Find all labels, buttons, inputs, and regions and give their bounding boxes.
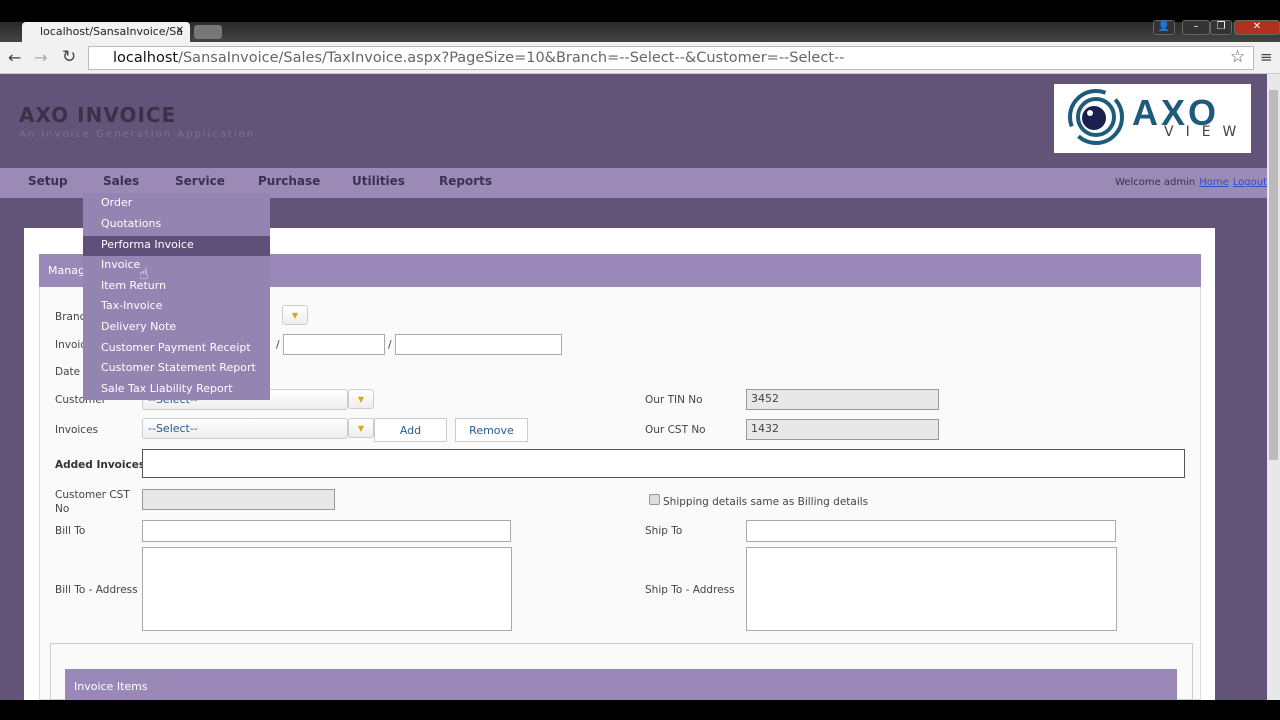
ship-to-address-textarea[interactable]	[746, 547, 1117, 631]
new-tab-button[interactable]	[194, 25, 222, 39]
app-title: AXO INVOICE	[19, 103, 177, 127]
tab-title: localhost/SansaInvoice/Sa	[40, 25, 184, 38]
tin-input[interactable]: 3452	[746, 389, 939, 410]
minimize-button[interactable]: –	[1182, 20, 1210, 35]
reload-icon[interactable]: ↻	[62, 47, 76, 67]
menu-item-sale-tax-liability-report[interactable]: Sale Tax Liability Report	[101, 382, 233, 395]
separator: /	[276, 339, 280, 351]
cst-label: Our CST No	[645, 424, 706, 436]
nav-sales[interactable]: Sales	[103, 174, 139, 188]
nav-utilities[interactable]: Utilities	[352, 174, 405, 188]
separator: /	[388, 339, 392, 351]
bookmark-star-icon[interactable]: ☆	[1230, 47, 1245, 67]
menu-item-performa-invoice[interactable]: Performa Invoice	[101, 238, 194, 251]
close-tab-icon[interactable]: ✕	[176, 25, 184, 36]
nav-purchase[interactable]: Purchase	[258, 174, 320, 188]
menu-item-customer-payment-receipt[interactable]: Customer Payment Receipt	[101, 341, 251, 354]
menu-icon[interactable]: ≡	[1260, 48, 1273, 66]
bill-to-address-textarea[interactable]	[142, 547, 512, 631]
bill-to-address-label: Bill To - Address	[55, 584, 138, 596]
back-arrow-icon[interactable]: ←	[8, 48, 21, 67]
customer-cst-input[interactable]	[142, 489, 335, 510]
invoices-label: Invoices	[55, 424, 99, 436]
tin-label: Our TIN No	[645, 394, 703, 406]
url-host: localhost	[113, 50, 179, 66]
ship-to-input[interactable]	[746, 520, 1116, 542]
menu-item-item-return[interactable]: Item Return	[101, 279, 166, 292]
axo-view-logo: AXO VIEW	[1054, 84, 1251, 153]
invoices-dropdown-arrow[interactable]: ▼	[348, 418, 374, 438]
added-invoices-field[interactable]	[142, 449, 1185, 478]
bottom-letterbox	[0, 700, 1280, 720]
date-label: Date	[55, 366, 81, 378]
logo-subtext: VIEW	[1164, 124, 1249, 140]
scrollbar-thumb[interactable]	[1269, 90, 1278, 460]
shipping-same-checkbox[interactable]	[649, 494, 660, 505]
customer-cst-label: Customer CST No	[55, 489, 130, 515]
invoices-select[interactable]: --Select--	[142, 418, 348, 439]
hand-cursor-icon: ☝	[139, 264, 149, 283]
remove-button[interactable]: Remove	[455, 418, 528, 442]
close-window-button[interactable]: ✕	[1234, 20, 1280, 35]
shipping-same-label: Shipping details same as Billing details	[663, 496, 869, 508]
logout-link[interactable]: Logout	[1233, 177, 1267, 188]
menu-item-tax-invoice[interactable]: Tax-Invoice	[101, 299, 162, 312]
invoice-number-part3-input[interactable]	[395, 334, 562, 355]
home-link[interactable]: Home	[1199, 177, 1229, 188]
forward-arrow-icon[interactable]: →	[34, 48, 47, 67]
menu-item-order[interactable]: Order	[101, 196, 132, 209]
bill-to-label: Bill To	[55, 525, 86, 537]
branch-dropdown-arrow[interactable]: ▼	[282, 305, 308, 325]
url-input[interactable]: localhost/SansaInvoice/Sales/TaxInvoice.…	[88, 46, 1254, 70]
nav-reports[interactable]: Reports	[439, 174, 492, 188]
menu-item-delivery-note[interactable]: Delivery Note	[101, 320, 176, 333]
added-invoices-label: Added Invoices	[55, 459, 146, 471]
url-path: /SansaInvoice/Sales/TaxInvoice.aspx?Page…	[178, 50, 845, 66]
customer-dropdown-arrow[interactable]: ▼	[348, 389, 374, 409]
welcome-text: Welcome admin	[1115, 177, 1196, 188]
add-button[interactable]: Add	[374, 418, 447, 442]
nav-setup[interactable]: Setup	[28, 174, 68, 188]
browser-tab[interactable]: localhost/SansaInvoice/Sa ✕	[22, 22, 190, 42]
menu-item-customer-statement-report[interactable]: Customer Statement Report	[101, 361, 256, 374]
bill-to-input[interactable]	[142, 520, 511, 542]
welcome-area: Welcome admin Home Logout	[1115, 177, 1267, 188]
invoice-items-header: Invoice Items	[65, 669, 1177, 700]
menu-item-invoice[interactable]: Invoice	[101, 258, 140, 271]
ship-to-address-label: Ship To - Address	[645, 584, 735, 596]
cst-input[interactable]: 1432	[746, 419, 939, 440]
user-icon[interactable]: 👤	[1153, 20, 1175, 35]
menu-item-quotations[interactable]: Quotations	[101, 217, 161, 230]
nav-service[interactable]: Service	[175, 174, 225, 188]
app-subtitle: An Invoice Generation Application	[19, 129, 256, 140]
ship-to-label: Ship To	[645, 525, 683, 537]
browser-tab-bar	[0, 22, 1280, 42]
invoice-number-part2-input[interactable]	[283, 334, 385, 355]
maximize-button[interactable]: ❐	[1210, 20, 1232, 35]
